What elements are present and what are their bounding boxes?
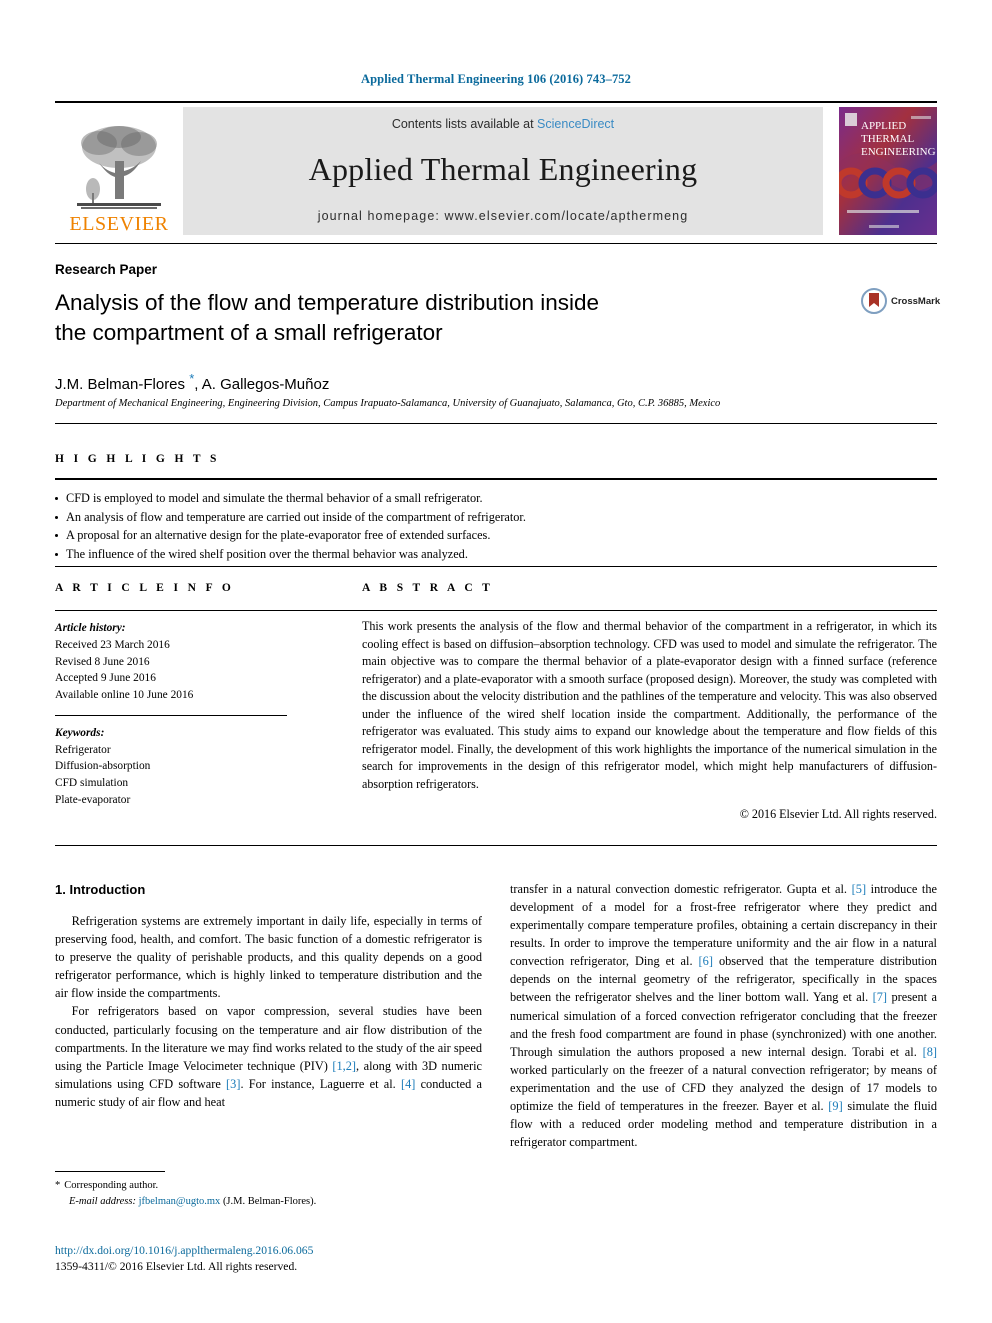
author-list: J.M. Belman-Flores *, A. Gallegos-Muñoz [55, 371, 329, 393]
citation-link[interactable]: [5] [852, 882, 866, 896]
issn-copyright-line: 1359-4311/© 2016 Elsevier Ltd. All right… [55, 1260, 298, 1274]
section-heading-introduction: 1. Introduction [55, 882, 146, 897]
footnote-block: * Corresponding author. E-mail address: j… [55, 1178, 482, 1210]
highlights-heading: H I G H L I G H T S [55, 453, 220, 465]
svg-text:ENGINEERING: ENGINEERING [861, 146, 936, 158]
running-head: Applied Thermal Engineering 106 (2016) 7… [360, 72, 631, 86]
list-item: CFD is employed to model and simulate th… [55, 489, 937, 508]
list-item: The influence of the wired shelf positio… [55, 545, 937, 564]
masthead-bottom-rule [55, 243, 937, 244]
article-history-title: Article history: [55, 622, 126, 634]
list-item: A proposal for an alternative design for… [55, 526, 937, 545]
keyword-item: Refrigerator [55, 743, 111, 756]
article-info-heading: A R T I C L E I N F O [55, 582, 235, 594]
keywords-title: Keywords: [55, 726, 105, 739]
footnote-star-marker: * [55, 1180, 61, 1191]
article-history-item: Accepted 9 June 2016 [55, 672, 156, 685]
article-history-item: Available online 10 June 2016 [55, 689, 194, 702]
journal-banner: Contents lists available at ScienceDirec… [183, 107, 823, 235]
article-history-item: Received 23 March 2016 [55, 638, 170, 651]
journal-cover-thumbnail: APPLIED THERMAL ENGINEERING [834, 107, 940, 235]
email-label: E-mail address: [69, 1195, 136, 1207]
crossmark-icon [861, 288, 887, 314]
email-link[interactable]: jfbelman@ugto.mx [139, 1196, 221, 1207]
abstract-column: This work presents the analysis of the f… [362, 618, 937, 824]
page-title: Analysis of the flow and temperature dis… [55, 288, 755, 347]
footer-block: http://dx.doi.org/10.1016/j.applthermale… [55, 1243, 555, 1276]
abstract-text: This work presents the analysis of the f… [362, 619, 937, 791]
corresponding-author-text: Corresponding author. [64, 1180, 159, 1191]
highlights-top-rule [55, 478, 937, 480]
article-history-item: Revised 8 June 2016 [55, 655, 150, 668]
highlights-bottom-rule [55, 566, 937, 567]
paragraph-fragment: . For instance, Laguerre et al. [240, 1076, 401, 1091]
keyword-item: Diffusion-absorption [55, 760, 151, 773]
footnote-rule [55, 1171, 165, 1172]
abstract-copyright: © 2016 Elsevier Ltd. All rights reserved… [739, 807, 937, 822]
list-item: An analysis of flow and temperature are … [55, 508, 937, 527]
doi-link[interactable]: http://dx.doi.org/10.1016/j.applthermale… [55, 1243, 555, 1259]
contents-lists-prefix: Contents lists available at [391, 117, 538, 131]
abstract-heading: A B S T R A C T [362, 582, 494, 594]
paragraph: Refrigeration systems are extremely impo… [55, 914, 482, 1001]
citation-link[interactable]: [7] [873, 990, 887, 1004]
citation-link[interactable]: [9] [828, 1099, 842, 1113]
article-title-line2: the compartment of a small refrigerator [55, 319, 443, 345]
citation-link[interactable]: [4] [401, 1077, 415, 1091]
elsevier-wordmark: ELSEVIER [69, 213, 169, 235]
author-secondary: , A. Gallegos-Muñoz [194, 376, 330, 393]
corresponding-author-note: * Corresponding author. [55, 1178, 482, 1194]
body-column-right: transfer in a natural convection domesti… [510, 880, 937, 1151]
article-type-label: Research Paper [55, 262, 158, 277]
info-abstract-rule [55, 610, 937, 611]
abstract-bottom-rule [55, 845, 937, 846]
paragraph-fragment: transfer in a natural convection domesti… [510, 882, 852, 896]
affiliation: Department of Mechanical Engineering, En… [55, 398, 721, 409]
crossmark-badge[interactable]: CrossMark [861, 288, 940, 314]
citation-link[interactable]: [6] [699, 954, 713, 968]
sciencedirect-link[interactable]: ScienceDirect [537, 117, 614, 131]
journal-title: Applied Thermal Engineering [308, 150, 698, 187]
author-primary: J.M. Belman-Flores [55, 376, 190, 393]
article-info-column: Article history: Received 23 March 2016 … [55, 620, 305, 809]
elsevier-tree-icon [77, 126, 161, 209]
email-owner: (J.M. Belman-Flores). [222, 1195, 317, 1207]
svg-text:APPLIED: APPLIED [861, 120, 906, 132]
journal-masthead: ELSEVIER Contents lists available at Sci… [55, 101, 940, 235]
journal-homepage-link[interactable]: journal homepage: www.elsevier.com/locat… [318, 209, 689, 223]
citation-link[interactable]: [8] [923, 1045, 937, 1059]
elsevier-logo: ELSEVIER [55, 107, 183, 235]
keyword-item: Plate-evaporator [55, 793, 131, 806]
citation-link[interactable]: [3] [226, 1077, 240, 1091]
keyword-item: CFD simulation [55, 777, 129, 790]
paragraph: For refrigerators based on vapor compres… [55, 1002, 482, 1110]
paragraph: transfer in a natural convection domesti… [510, 880, 937, 1151]
highlights-list: CFD is employed to model and simulate th… [55, 489, 937, 564]
body-column-left: 1. Introduction Refrigeration systems ar… [55, 880, 482, 1111]
affiliation-bottom-rule [55, 423, 937, 424]
info-divider [55, 714, 287, 716]
article-title-line1: Analysis of the flow and temperature dis… [55, 290, 600, 315]
svg-text:THERMAL: THERMAL [861, 133, 914, 145]
contents-lists-line: Contents lists available at ScienceDirec… [392, 117, 614, 131]
journal-cover-image: APPLIED THERMAL ENGINEERING [834, 107, 940, 235]
citation-link[interactable]: [1,2] [332, 1059, 356, 1073]
crossmark-label: CrossMark [891, 295, 941, 307]
email-note: E-mail address: jfbelman@ugto.mx (J.M. B… [55, 1194, 482, 1210]
article-first-page: Applied Thermal Engineering 106 (2016) 7… [0, 0, 992, 1323]
